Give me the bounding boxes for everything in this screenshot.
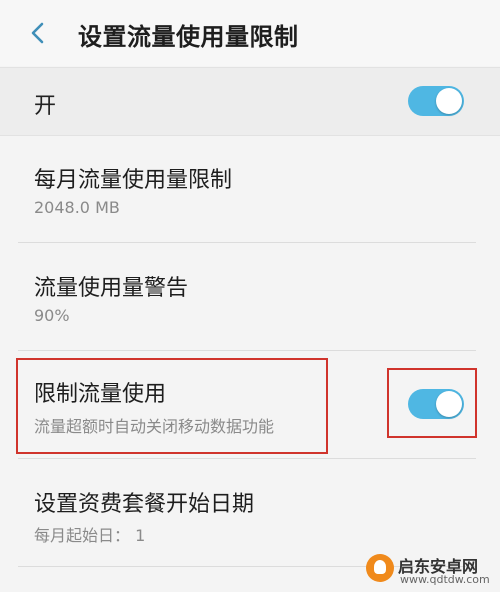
item-title: 每月流量使用量限制: [34, 168, 233, 193]
watermark-url: www.qdtdw.com: [400, 573, 490, 586]
usage-warning-item[interactable]: 流量使用量警告 90%: [0, 243, 500, 350]
item-subtitle: 90%: [34, 306, 70, 325]
item-subtitle: 每月起始日： 1: [34, 526, 146, 545]
chevron-left-icon: [31, 22, 44, 44]
highlight-box-label: [16, 358, 328, 454]
master-toggle[interactable]: [408, 86, 464, 116]
item-title: 设置资费套餐开始日期: [34, 492, 255, 517]
master-switch-row[interactable]: 开: [0, 67, 500, 136]
watermark-logo-icon: [366, 554, 394, 582]
master-switch-label: 开: [34, 94, 57, 119]
monthly-limit-item[interactable]: 每月流量使用量限制 2048.0 MB: [0, 135, 500, 242]
item-title: 流量使用量警告: [34, 276, 189, 301]
item-subtitle: 2048.0 MB: [34, 198, 120, 217]
billing-start-date-item[interactable]: 设置资费套餐开始日期 每月起始日： 1: [0, 459, 500, 566]
page-title: 设置流量使用量限制: [78, 23, 299, 51]
highlight-box-toggle: [387, 368, 477, 438]
toggle-knob: [436, 88, 462, 114]
back-button[interactable]: [24, 18, 54, 48]
app-header: 设置流量使用量限制: [0, 0, 500, 66]
watermark: 启东安卓网 www.qdtdw.com: [366, 552, 494, 588]
